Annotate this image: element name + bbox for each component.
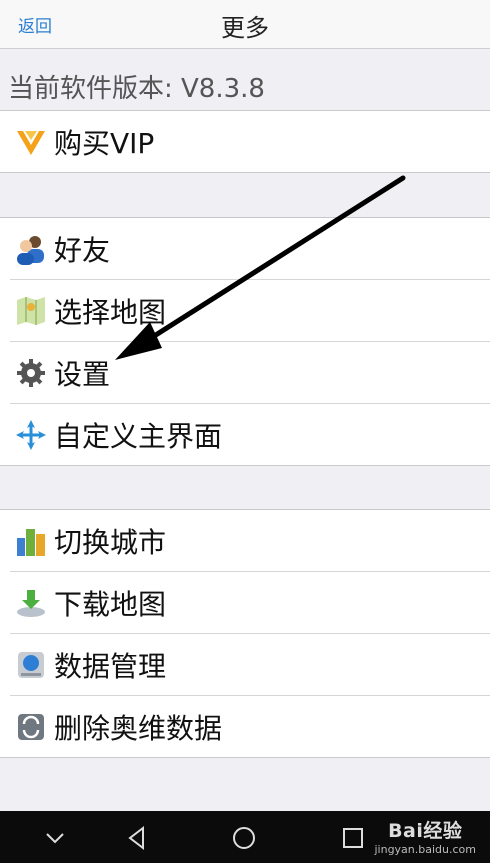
home-circle-icon[interactable] (229, 823, 259, 853)
recents-square-icon[interactable] (338, 823, 368, 853)
back-chevron-icon[interactable] (40, 823, 70, 853)
watermark-logo: Bai经验 (388, 820, 463, 842)
watermark: Bai经验 jingyan.baidu.com (374, 816, 476, 856)
watermark-url: jingyan.baidu.com (374, 843, 476, 856)
annotation-arrow (115, 175, 406, 360)
back-triangle-icon[interactable] (122, 823, 152, 853)
